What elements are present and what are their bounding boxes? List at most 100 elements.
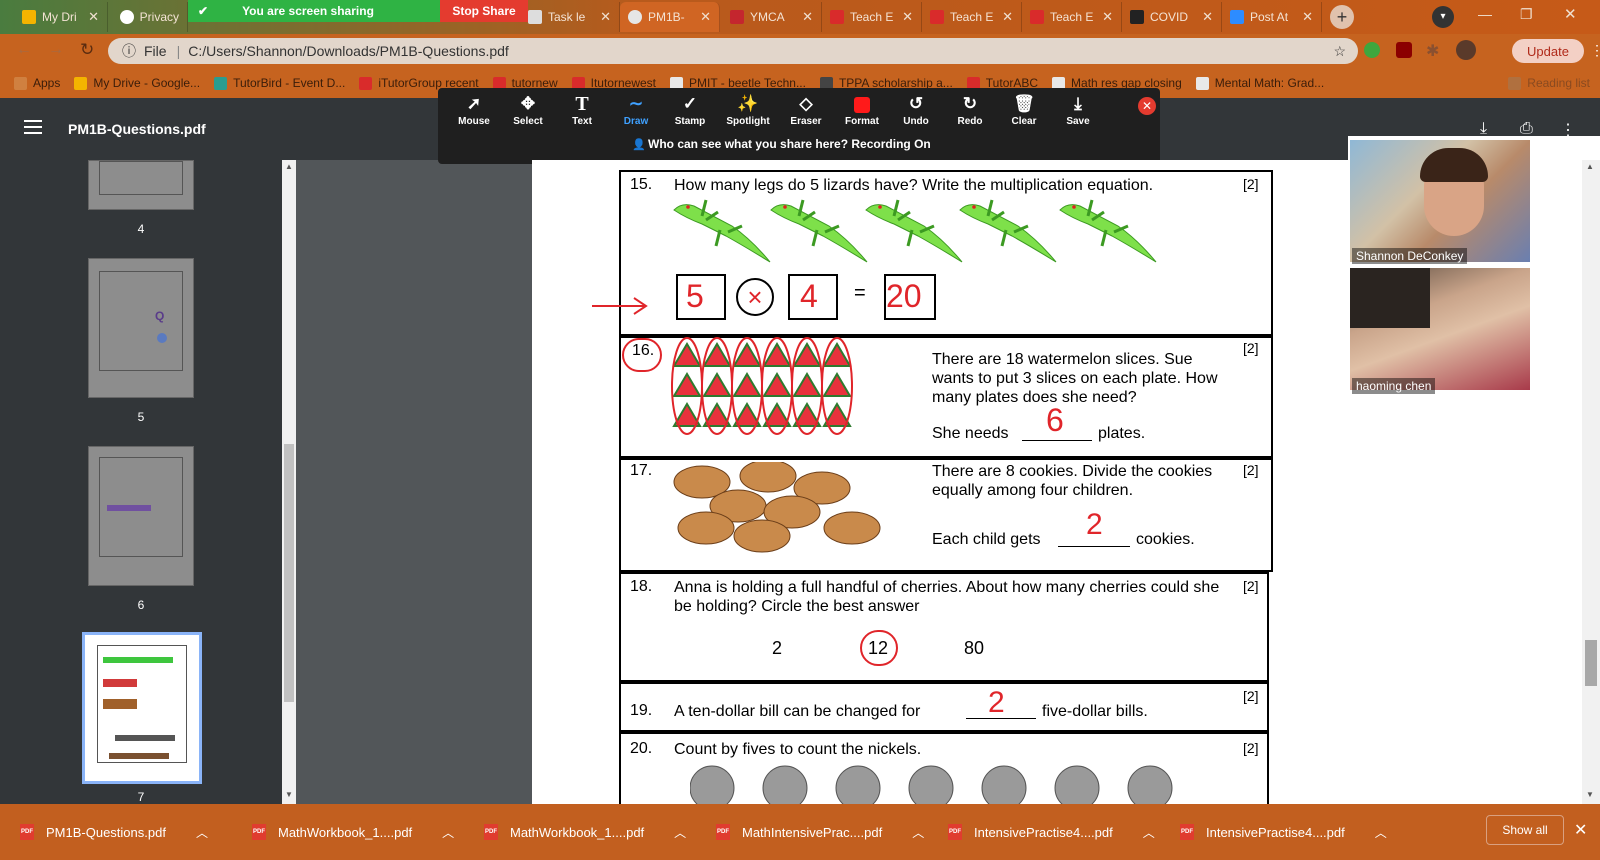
update-button[interactable]: Update bbox=[1512, 39, 1584, 63]
tool-format[interactable]: Format bbox=[836, 92, 888, 132]
recording-info[interactable]: Who can see what you share here? Recordi… bbox=[648, 137, 931, 151]
close-icon[interactable]: ✕ bbox=[1102, 9, 1113, 25]
video-tile-shannon[interactable] bbox=[1350, 140, 1530, 262]
chevron-up-icon[interactable]: ︿ bbox=[1143, 824, 1155, 841]
tab-teach-3[interactable]: Teach E ✕ bbox=[1022, 2, 1122, 32]
main-scrollbar[interactable] bbox=[1582, 160, 1600, 804]
cookie-icon bbox=[733, 519, 791, 553]
close-icon[interactable]: ✕ bbox=[1202, 9, 1213, 25]
puzzle-icon[interactable]: ✱ bbox=[1426, 41, 1439, 61]
page-thumbnail-6[interactable] bbox=[88, 446, 194, 586]
new-tab-icon[interactable]: + bbox=[1330, 5, 1354, 29]
squiggle-icon: ∼ bbox=[628, 94, 644, 113]
bookmark-tutorbird[interactable]: TutorBird - Event D... bbox=[214, 76, 345, 90]
tab-my-drive[interactable]: My Dri ✕ bbox=[14, 2, 108, 32]
nickel-icon bbox=[908, 765, 954, 804]
tool-mouse[interactable]: ➚ Mouse bbox=[448, 92, 500, 132]
close-icon[interactable]: ✕ bbox=[1302, 9, 1313, 25]
close-icon[interactable]: ✕ bbox=[600, 9, 611, 25]
page-thumbnail-5[interactable]: Q bbox=[88, 258, 194, 398]
reading-list[interactable]: Reading list bbox=[1508, 76, 1590, 90]
hamburger-menu-icon[interactable] bbox=[24, 120, 42, 134]
tab-teach-2[interactable]: Teach E ✕ bbox=[922, 2, 1022, 32]
download-item[interactable]: PDF IntensivePractise4....pdf ︿ bbox=[948, 816, 1155, 848]
answer-blank[interactable] bbox=[1022, 440, 1092, 441]
tool-spotlight[interactable]: ✨ Spotlight bbox=[722, 92, 774, 132]
chevron-up-icon[interactable]: ︿ bbox=[196, 824, 208, 841]
close-icon[interactable]: ✕ bbox=[902, 9, 913, 25]
close-icon[interactable]: ✕ bbox=[802, 9, 813, 25]
avatar[interactable] bbox=[1456, 40, 1476, 60]
chevron-up-icon[interactable]: ︿ bbox=[442, 824, 454, 841]
lizard-icon bbox=[959, 199, 1057, 263]
tab-search-icon[interactable]: ▾ bbox=[1432, 6, 1454, 28]
tab-teach-1[interactable]: Teach E ✕ bbox=[822, 2, 922, 32]
tool-save[interactable]: ⤓ Save bbox=[1052, 92, 1104, 132]
restore-icon[interactable]: ❐ bbox=[1520, 6, 1533, 23]
stop-share-button[interactable]: Stop Share bbox=[440, 0, 528, 22]
tab-task[interactable]: Task le ✕ bbox=[520, 2, 620, 32]
close-annotation-icon[interactable]: ✕ bbox=[1138, 97, 1156, 115]
thumbnail-label: 4 bbox=[137, 222, 145, 236]
tool-stamp[interactable]: ✓ Stamp bbox=[664, 92, 716, 132]
tool-draw[interactable]: ∼ Draw bbox=[610, 92, 662, 132]
address-bar[interactable]: ⓘ File | C:/Users/Shannon/Downloads/PM1B… bbox=[108, 38, 1358, 64]
window-close-icon[interactable]: ✕ bbox=[1564, 5, 1577, 23]
show-all-button[interactable]: Show all bbox=[1486, 815, 1564, 845]
multiply-circle: × bbox=[736, 278, 774, 316]
cookie-icon bbox=[677, 511, 735, 545]
download-item[interactable]: PDF IntensivePractise4....pdf ︿ bbox=[1180, 816, 1387, 848]
points: [2] bbox=[1243, 340, 1259, 356]
tool-select[interactable]: ✥ Select bbox=[502, 92, 554, 132]
extension-icon[interactable] bbox=[1364, 42, 1380, 58]
tab-privacy[interactable]: Privacy bbox=[112, 2, 188, 32]
thumbnail-label: 7 bbox=[137, 790, 145, 804]
download-item[interactable]: PDF PM1B-Questions.pdf ︿ bbox=[20, 816, 208, 848]
page-thumbnail-7[interactable] bbox=[82, 632, 202, 784]
bookmark-my-drive[interactable]: My Drive - Google... bbox=[74, 76, 200, 90]
answer-option[interactable]: 2 bbox=[772, 638, 782, 659]
forward-icon[interactable]: → bbox=[48, 41, 64, 59]
ublock-icon[interactable] bbox=[1396, 42, 1412, 58]
download-item[interactable]: PDF MathWorkbook_1....pdf ︿ bbox=[252, 816, 454, 848]
scroll-down-icon[interactable]: ▼ bbox=[1586, 790, 1594, 799]
handwritten-answer: 2 bbox=[1086, 508, 1103, 541]
tab-covid[interactable]: COVID ✕ bbox=[1122, 2, 1222, 32]
answer-blank[interactable] bbox=[1058, 546, 1130, 547]
bookmark-mental-math[interactable]: Mental Math: Grad... bbox=[1195, 76, 1324, 90]
tab-pm1b[interactable]: PM1B- ✕ bbox=[620, 2, 720, 32]
scroll-up-icon[interactable]: ▲ bbox=[1586, 162, 1594, 171]
sidebar-scroll-thumb[interactable] bbox=[284, 444, 294, 702]
tool-eraser[interactable]: ◇ Eraser bbox=[780, 92, 832, 132]
star-icon[interactable]: ☆ bbox=[1333, 43, 1346, 60]
download-item[interactable]: PDF MathIntensivePrac....pdf ︿ bbox=[716, 816, 924, 848]
chevron-up-icon[interactable]: ︿ bbox=[912, 824, 924, 841]
back-icon[interactable]: ← bbox=[16, 41, 32, 59]
bookmark-apps[interactable]: Apps bbox=[14, 76, 60, 90]
globe-icon bbox=[628, 10, 642, 24]
tool-clear[interactable]: 🗑 Clear bbox=[998, 92, 1050, 132]
lizard-icon bbox=[770, 199, 868, 263]
close-downloads-icon[interactable]: ✕ bbox=[1574, 820, 1587, 840]
chevron-up-icon[interactable]: ︿ bbox=[674, 824, 686, 841]
scroll-down-icon[interactable]: ▼ bbox=[285, 790, 293, 799]
tool-text[interactable]: T Text bbox=[556, 92, 608, 132]
main-scroll-thumb[interactable] bbox=[1585, 640, 1597, 686]
close-icon[interactable]: ✕ bbox=[700, 9, 711, 25]
reload-icon[interactable]: ↻ bbox=[80, 40, 94, 60]
tab-post[interactable]: Post At ✕ bbox=[1222, 2, 1322, 32]
tab-ymca[interactable]: YMCA ✕ bbox=[722, 2, 822, 32]
chevron-up-icon[interactable]: ︿ bbox=[1375, 824, 1387, 841]
minimize-icon[interactable]: — bbox=[1478, 6, 1492, 22]
download-item[interactable]: PDF MathWorkbook_1....pdf ︿ bbox=[484, 816, 686, 848]
more-menu-icon[interactable]: ⋮ bbox=[1590, 42, 1600, 59]
question-text: There are 18 watermelon slices. Sue want… bbox=[932, 351, 1218, 406]
scroll-up-icon[interactable]: ▲ bbox=[285, 162, 293, 171]
tool-undo[interactable]: ↺ Undo bbox=[890, 92, 942, 132]
answer-option[interactable]: 80 bbox=[964, 638, 984, 659]
page-thumbnail-4[interactable] bbox=[88, 160, 194, 210]
video-tile-haoming[interactable] bbox=[1350, 268, 1530, 390]
close-icon[interactable]: ✕ bbox=[1002, 9, 1013, 25]
tool-redo[interactable]: ↻ Redo bbox=[944, 92, 996, 132]
close-icon[interactable]: ✕ bbox=[88, 9, 99, 25]
